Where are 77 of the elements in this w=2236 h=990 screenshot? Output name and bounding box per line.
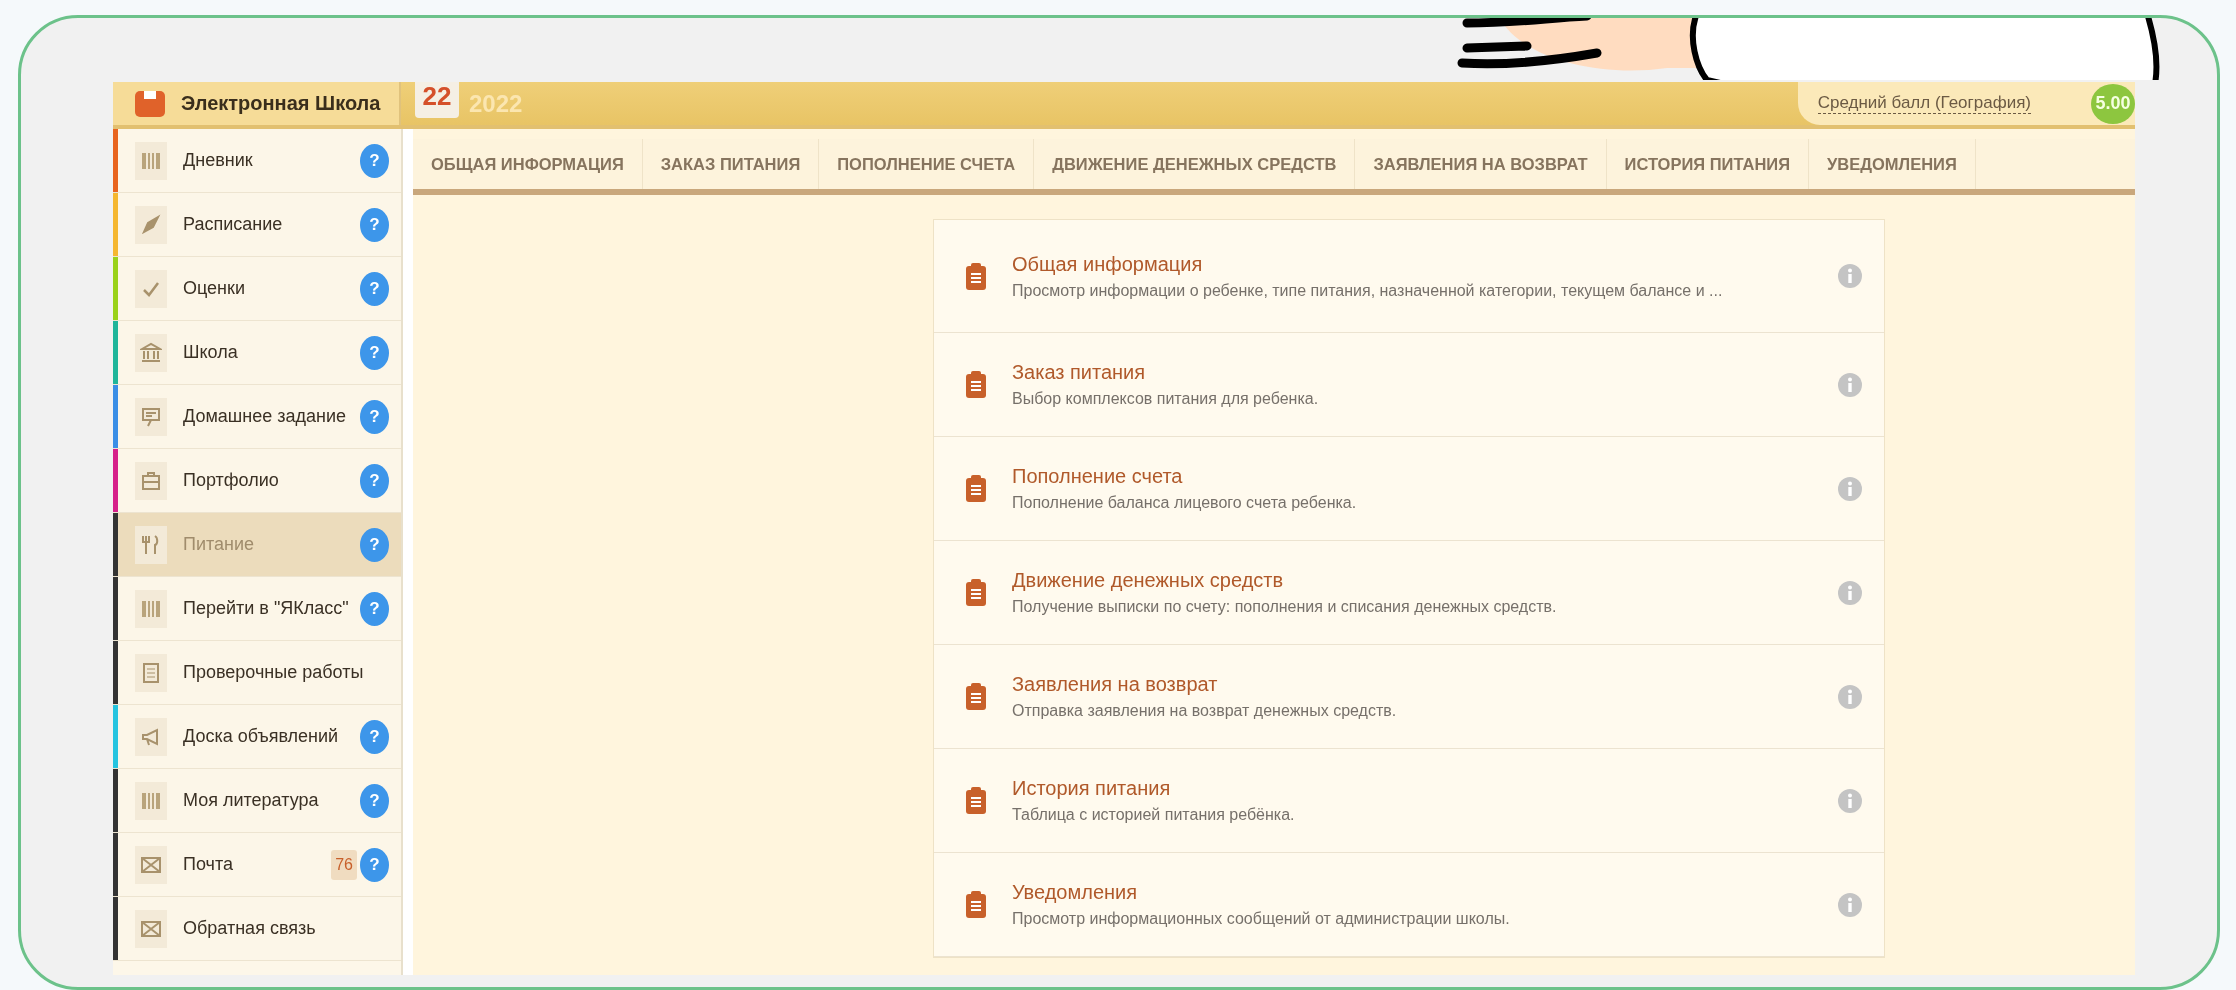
section-title: История питания [1012, 777, 1171, 800]
section-description: Пополнение баланса лицевого счета ребенка. [1012, 494, 1357, 512]
section-description: Таблица с историей питания ребёнка. [1012, 806, 1295, 824]
info-icon[interactable] [1838, 372, 1862, 397]
document-icon [140, 661, 162, 684]
clipboard-icon [966, 371, 986, 398]
section-title: Заказ питания [1012, 361, 1146, 384]
section-row[interactable]: Общая информация Просмотр информации о ребенке, типе питания, назначенной категории, текущем балансе и ... [934, 220, 1884, 333]
sidebar-item[interactable]: Обратная связь [113, 897, 401, 961]
help-button[interactable]: ? [360, 591, 389, 626]
sidebar-item[interactable]: Домашнее задание ? [113, 385, 401, 449]
clipboard-icon [966, 787, 986, 814]
clipboard-icon [966, 475, 986, 502]
briefcase-icon [140, 469, 162, 492]
help-button[interactable]: ? [360, 399, 389, 434]
help-button[interactable]: ? [360, 719, 389, 754]
sidebar-item[interactable]: Дневник ? [113, 129, 401, 193]
logo-icon [135, 90, 165, 117]
tab[interactable]: ПОПОЛНЕНИЕ СЧЕТА [819, 139, 1035, 189]
info-icon[interactable] [1838, 264, 1862, 288]
clipboard-icon [966, 683, 986, 710]
section-row[interactable]: Уведомления Просмотр информационных сообщений от администрации школы. [934, 853, 1884, 957]
section-row[interactable]: Заявления на возврат Отправка заявления на возврат денежных средств. [934, 645, 1884, 749]
section-description: Отправка заявления на возврат денежных средств. [1012, 702, 1397, 720]
clipboard-icon [966, 262, 986, 290]
help-button[interactable]: ? [360, 463, 389, 498]
section-description: Выбор комплексов питания для ребенка. [1012, 390, 1319, 408]
brand-name: Электронная Школа [181, 92, 381, 115]
grade-badge: 5.00 [2091, 83, 2135, 124]
section-row[interactable]: Заказ питания Выбор комплексов питания для ребенка. [934, 333, 1884, 437]
section-row[interactable]: Движение денежных средств Получение выписки по счету: пополнения и списания денежных средств. [934, 541, 1884, 645]
unread-count: 76 [331, 849, 357, 880]
section-title: Уведомления [1012, 881, 1138, 904]
tab[interactable]: ЗАКАЗ ПИТАНИЯ [642, 139, 820, 189]
help-button[interactable]: ? [360, 783, 389, 818]
help-button[interactable]: ? [360, 271, 389, 306]
sidebar-item[interactable]: Питание ? [113, 513, 401, 577]
info-icon[interactable] [1838, 788, 1862, 813]
sidebar-item[interactable]: Оценки ? [113, 257, 401, 321]
tab[interactable]: ОБЩАЯ ИНФОРМАЦИЯ [413, 139, 643, 189]
clipboard-icon [966, 579, 986, 606]
help-button[interactable]: ? [360, 847, 389, 882]
info-icon[interactable] [1838, 892, 1862, 917]
sidebar-item[interactable]: Проверочные работы [113, 641, 401, 705]
calendar-icon: 22 [415, 82, 459, 118]
section-description: Просмотр информации о ребенке, типе питания, назначенной категории, текущем балансе и ... [1012, 281, 1723, 300]
bank-icon [140, 341, 162, 364]
sidebar-item[interactable]: Почта 76 ? [113, 833, 401, 897]
tab[interactable]: ЗАЯВЛЕНИЯ НА ВОЗВРАТ [1355, 139, 1607, 189]
info-icon[interactable] [1838, 476, 1862, 501]
info-icon[interactable] [1838, 580, 1862, 605]
tab[interactable]: ДВИЖЕНИЕ ДЕНЕЖНЫХ СРЕДСТВ [1034, 139, 1356, 189]
help-button[interactable]: ? [360, 143, 389, 178]
section-title: Пополнение счета [1012, 465, 1183, 488]
clipboard-icon [966, 891, 986, 918]
section-description: Просмотр информационных сообщений от администрации школы. [1012, 910, 1510, 928]
tab[interactable]: ИСТОРИЯ ПИТАНИЯ [1606, 139, 1810, 189]
section-row[interactable]: Пополнение счета Пополнение баланса лицевого счета ребенка. [934, 437, 1884, 541]
sidebar-item[interactable]: Перейти в "ЯКласс" ? [113, 577, 401, 641]
help-button[interactable]: ? [360, 207, 389, 242]
section-title: Заявления на возврат [1012, 673, 1218, 696]
section-title: Общая информация [1012, 252, 1203, 276]
sidebar-item[interactable]: Доска объявлений ? [113, 705, 401, 769]
board-icon [140, 405, 162, 428]
section-description: Получение выписки по счету: пополнения и списания денежных средств. [1012, 598, 1557, 616]
sidebar-item[interactable]: Школа ? [113, 321, 401, 385]
help-button[interactable]: ? [360, 335, 389, 370]
info-icon[interactable] [1838, 684, 1862, 709]
tab[interactable]: УВЕДОМЛЕНИЯ [1809, 139, 1976, 189]
average-link[interactable]: Средний балл (География) [1817, 93, 2031, 114]
help-button[interactable]: ? [360, 527, 389, 562]
sidebar-item[interactable]: Портфолио ? [113, 449, 401, 513]
section-title: Движение денежных средств [1012, 569, 1284, 592]
sidebar-item[interactable]: Моя литература ? [113, 769, 401, 833]
year-label: 2022 [469, 89, 523, 118]
sidebar-item[interactable]: Расписание ? [113, 193, 401, 257]
section-row[interactable]: История питания Таблица с историей питания ребёнка. [934, 749, 1884, 853]
